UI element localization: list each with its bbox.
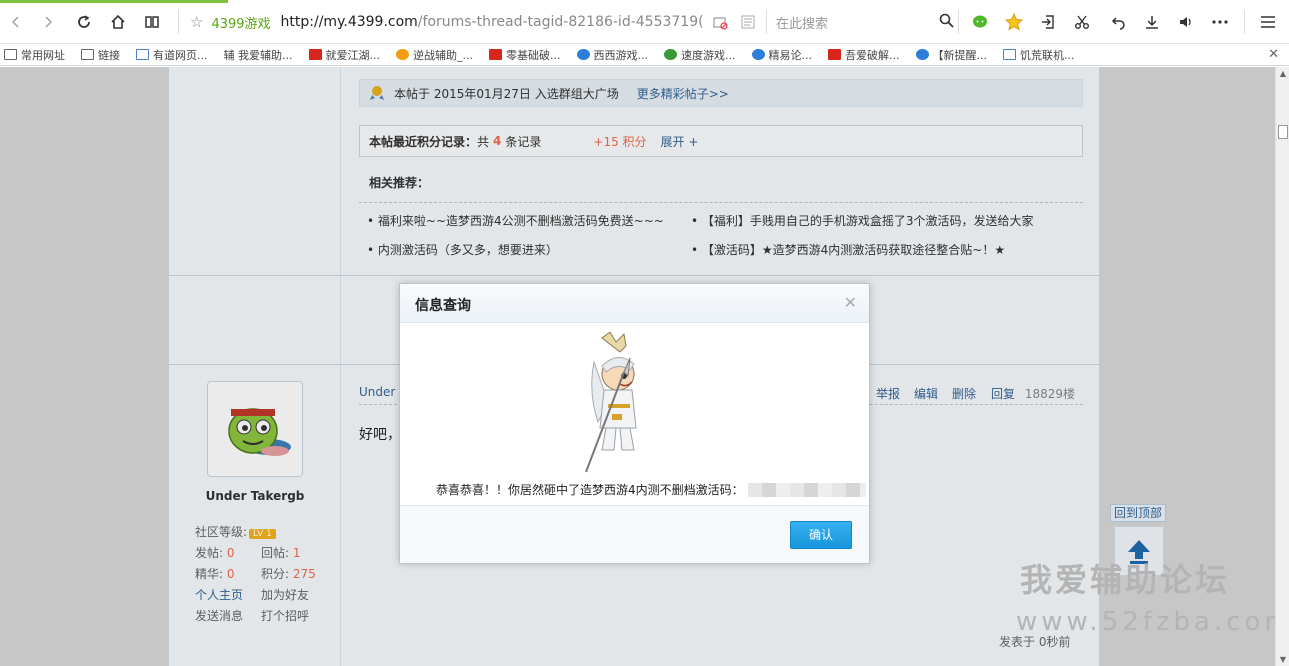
- close-icon[interactable]: ✕: [1268, 47, 1279, 62]
- search-placeholder: 在此搜索: [776, 16, 829, 32]
- no-entry-icon: [712, 16, 728, 30]
- confirm-button[interactable]: 确认: [790, 521, 852, 549]
- info-dialog: 信息查询 ✕ 恭喜恭喜！！你居然砸中了造梦西游4内测不删档激活码： 确认: [399, 283, 870, 564]
- block-popup-button[interactable]: [706, 8, 734, 36]
- forward-arrow-icon: [45, 16, 53, 28]
- eye-icon: [751, 49, 765, 60]
- url-path: /forums-thread-tagid-82186-id-4553719(: [417, 14, 704, 30]
- browser-toolbar: ☆ 4399游戏 http://my.4399.com/forums-threa…: [0, 0, 1289, 44]
- screenshot-button[interactable]: [1068, 8, 1096, 36]
- globe-icon: [576, 49, 590, 60]
- bookmark-item[interactable]: 零基础破...: [489, 47, 561, 63]
- bookmark-item[interactable]: 吾爱破解...: [828, 47, 900, 63]
- speaker-icon: [1180, 17, 1191, 27]
- bookmark-item[interactable]: 西西游戏...: [576, 47, 648, 63]
- reading-view-button[interactable]: [138, 8, 166, 36]
- more-dots-icon: [1212, 20, 1228, 24]
- bookmark-item[interactable]: 就爱江湖...: [308, 47, 380, 63]
- reload-icon: [78, 15, 90, 28]
- bookmark-item[interactable]: 常用网址: [4, 47, 65, 63]
- bookmark-star-icon[interactable]: ☆: [190, 13, 203, 31]
- search-box[interactable]: 在此搜索: [776, 10, 954, 34]
- bookmarks-bar: 常用网址 链接 有道网页... 辅 我爱辅助... 就爱江湖... 逆战辅助_.…: [0, 44, 1289, 66]
- scroll-thumb[interactable]: [1278, 125, 1288, 139]
- swirl-icon: [396, 49, 409, 60]
- bookmark-item[interactable]: 速度游戏...: [664, 47, 736, 63]
- toolbar-separator: [958, 10, 959, 34]
- toolbar-separator: [766, 10, 767, 34]
- bookmark-item[interactable]: 饥荒联机...: [1003, 47, 1075, 63]
- bookmark-item[interactable]: 辅 我爱辅助...: [224, 47, 293, 63]
- favorite-star-icon: [1005, 13, 1023, 31]
- page-info-button[interactable]: [734, 8, 762, 36]
- chat-bubble-icon: [973, 15, 987, 28]
- sign-in-icon: [1042, 15, 1054, 29]
- more-button[interactable]: [1206, 8, 1234, 36]
- globe-icon: [915, 49, 929, 60]
- page-list-icon: [741, 15, 755, 29]
- grid-icon: [489, 49, 502, 60]
- bookmark-item[interactable]: 精易论...: [751, 47, 812, 63]
- grid-icon: [828, 49, 841, 60]
- page-icon: [136, 49, 149, 60]
- reload-button[interactable]: [70, 8, 98, 36]
- url-host: http://my.4399.com: [280, 14, 418, 30]
- dialog-message: 恭喜恭喜！！你居然砸中了造梦西游4内测不删档激活码：: [436, 481, 866, 498]
- leaf-icon: [664, 49, 677, 60]
- sound-button[interactable]: [1172, 8, 1200, 36]
- search-icon[interactable]: [939, 13, 954, 32]
- home-icon: [111, 14, 125, 29]
- dialog-footer: 确认: [400, 505, 869, 563]
- home-button[interactable]: [104, 8, 132, 36]
- grid-icon: [308, 49, 322, 60]
- menu-button[interactable]: [1254, 8, 1282, 36]
- bookmark-item[interactable]: 逆战辅助_...: [396, 47, 473, 63]
- dialog-title: 信息查询: [415, 298, 471, 314]
- toolbar-separator: [178, 10, 179, 34]
- hamburger-menu-icon: [1261, 16, 1275, 28]
- page-icon: [1003, 49, 1016, 60]
- undo-icon: [1111, 17, 1125, 30]
- scroll-up-icon[interactable]: ▲: [1276, 69, 1289, 78]
- game-character-icon: [585, 332, 637, 473]
- bookmark-item[interactable]: 有道网页...: [136, 47, 208, 63]
- toolbar-separator: [1244, 10, 1245, 34]
- back-button[interactable]: [2, 8, 30, 36]
- undo-close-button[interactable]: [1104, 8, 1132, 36]
- scroll-down-icon[interactable]: ▼: [1276, 655, 1289, 664]
- book-icon: [145, 16, 159, 28]
- login-button[interactable]: [1034, 8, 1062, 36]
- favorites-button[interactable]: [1000, 8, 1028, 36]
- dialog-body: 恭喜恭喜！！你居然砸中了造梦西游4内测不删档激活码：: [400, 324, 869, 504]
- masked-activation-code: [747, 482, 866, 497]
- close-icon[interactable]: ✕: [844, 293, 857, 312]
- address-bar[interactable]: ☆ 4399游戏 http://my.4399.com/forums-threa…: [190, 10, 710, 34]
- scissors-icon: [1075, 15, 1089, 29]
- dialog-header: 信息查询 ✕: [400, 284, 869, 323]
- vertical-scrollbar[interactable]: ▲ ▼: [1275, 67, 1289, 666]
- download-icon: [1146, 16, 1158, 29]
- folder-icon: [81, 49, 94, 60]
- page-load-progress: [0, 0, 228, 3]
- back-arrow-icon: [11, 16, 19, 28]
- site-name: 4399游戏: [211, 16, 271, 32]
- chat-button[interactable]: [966, 8, 994, 36]
- bookmark-item[interactable]: 链接: [81, 47, 120, 63]
- folder-icon: [4, 49, 17, 60]
- download-button[interactable]: [1138, 8, 1166, 36]
- bookmark-item[interactable]: 【新提醒...: [915, 47, 987, 63]
- forward-button[interactable]: [34, 8, 62, 36]
